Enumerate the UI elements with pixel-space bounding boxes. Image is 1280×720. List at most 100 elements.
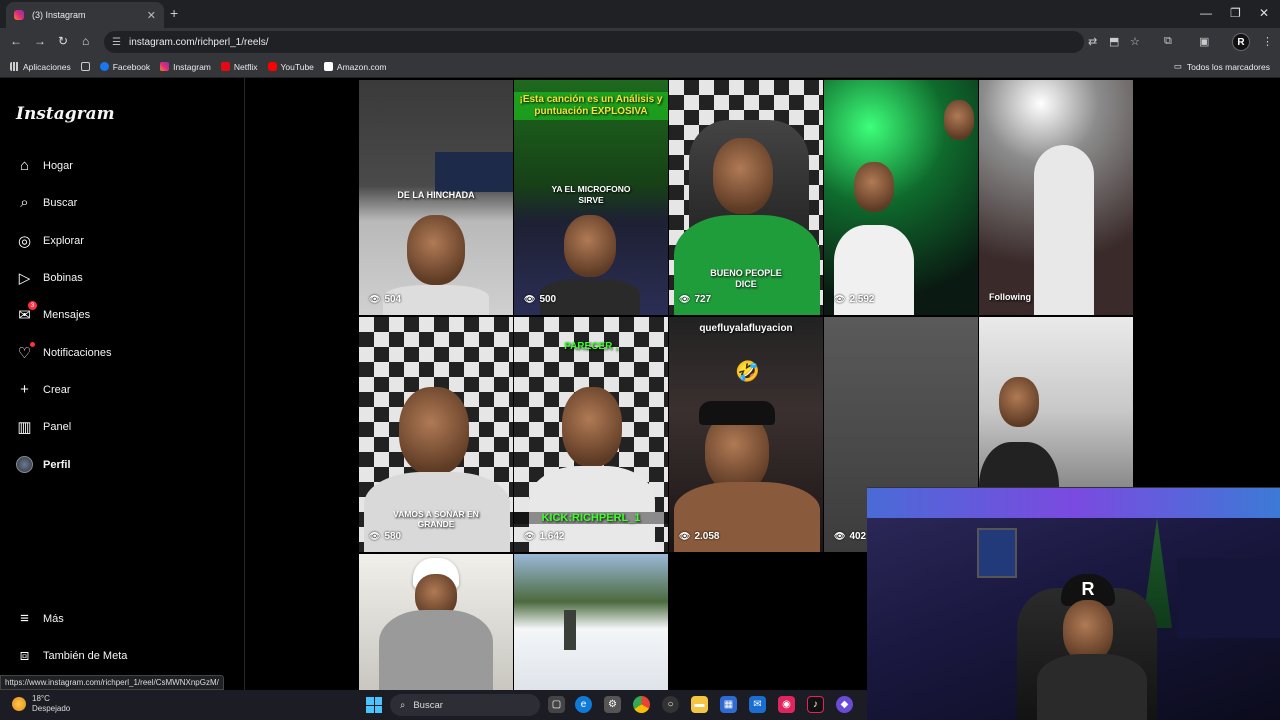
- reel-shirt: [1034, 145, 1094, 315]
- bookmark-instagram[interactable]: Instagram: [160, 62, 211, 72]
- profile-avatar[interactable]: R: [1232, 33, 1250, 51]
- extensions-icon[interactable]: ⧉: [1164, 35, 1172, 48]
- sidebar-item-label: Bobinas: [43, 271, 83, 284]
- bookmark-label: Facebook: [112, 61, 151, 72]
- tab-title: (3) Instagram: [32, 10, 86, 20]
- settings-gear-icon[interactable]: ⚙: [604, 696, 621, 713]
- sidebar-item-create[interactable]: + Crear: [16, 381, 70, 398]
- reel-tile[interactable]: Following: [979, 80, 1133, 315]
- translate-icon[interactable]: ⇄: [1088, 35, 1097, 48]
- sidepanel-icon[interactable]: ▣: [1199, 35, 1209, 48]
- reel-tile[interactable]: [514, 554, 668, 690]
- sidebar-item-search[interactable]: ⌕ Buscar: [16, 194, 77, 211]
- reel-tile[interactable]: PARECER , KICK:RICHPERL_1 👁 1.642: [514, 317, 668, 552]
- eye-icon: 👁: [524, 294, 536, 304]
- menu-kebab-icon[interactable]: ⋮: [1262, 35, 1273, 48]
- sidebar-item-profile[interactable]: Perfil: [16, 456, 71, 473]
- webcam-ceiling-light: [867, 488, 1280, 518]
- task-view-icon[interactable]: ▢: [548, 696, 565, 713]
- bookmark-grid[interactable]: [80, 62, 90, 71]
- reel-views: 👁 402: [834, 531, 867, 542]
- bookmarks-bar: Aplicaciones Facebook Instagram Netflix …: [0, 56, 1280, 78]
- app-purple-icon[interactable]: ◆: [836, 696, 853, 713]
- bookmark-label: YouTube: [280, 61, 314, 72]
- file-explorer-icon[interactable]: ▬: [691, 696, 708, 713]
- forward-button[interactable]: →: [34, 34, 46, 48]
- edge-icon[interactable]: e: [575, 696, 592, 713]
- messenger-icon: ✉ 3: [16, 301, 37, 324]
- netflix-icon: [220, 62, 230, 71]
- chrome-icon[interactable]: [633, 696, 650, 713]
- bookmark-amazon[interactable]: Amazon.com: [323, 62, 387, 72]
- sidebar-item-more[interactable]: ≡ Más: [16, 610, 64, 627]
- reel-views: 👁 727: [679, 294, 712, 305]
- store-icon[interactable]: ▦: [720, 696, 737, 713]
- reel-tile[interactable]: quefluyalafluyacion 🤣 👁 2.058: [669, 317, 823, 552]
- bookmark-facebook[interactable]: Facebook: [99, 61, 151, 72]
- reload-button[interactable]: ↻: [58, 34, 68, 48]
- sidebar-item-label: Panel: [43, 420, 72, 433]
- instagram-logo[interactable]: Instagram: [16, 104, 115, 124]
- weather-widget[interactable]: 18°C Despejado: [12, 694, 70, 714]
- taskbar-search[interactable]: ⌕ Buscar: [390, 694, 540, 716]
- reel-caption: Following: [989, 292, 1031, 302]
- minimize-button[interactable]: —: [1200, 6, 1212, 20]
- bookmark-label: Instagram: [173, 61, 211, 72]
- back-button[interactable]: ←: [10, 34, 22, 48]
- tab-close-icon[interactable]: ✕: [147, 9, 156, 22]
- bookmark-apps[interactable]: Aplicaciones: [10, 62, 71, 72]
- sidebar-item-explore[interactable]: ◎ Explorar: [16, 232, 84, 250]
- windows-start-icon[interactable]: [366, 697, 382, 713]
- search-icon: ⌕: [20, 194, 29, 211]
- browser-tab[interactable]: (3) Instagram ✕: [6, 2, 164, 28]
- reel-caption: quefluyalafluyacion: [699, 323, 793, 334]
- site-info-icon[interactable]: ☰: [112, 37, 121, 48]
- app-red-icon[interactable]: ◉: [778, 696, 795, 713]
- bookmark-youtube[interactable]: YouTube: [267, 61, 314, 72]
- restore-button[interactable]: ❐: [1230, 6, 1241, 20]
- sidebar-item-home[interactable]: ⌂ Hogar: [16, 157, 73, 174]
- instagram-icon: [160, 62, 170, 71]
- webcam-sofa: [1177, 558, 1280, 638]
- reel-caption: ¡Esta canción es un Análisis y puntuació…: [514, 92, 668, 120]
- address-bar[interactable]: ☰ instagram.com/richperl_1/reels/: [104, 31, 1084, 53]
- webcam-face: [1063, 600, 1113, 662]
- eye-icon: 👁: [369, 294, 381, 304]
- bookmark-netflix[interactable]: Netflix: [220, 61, 258, 72]
- eye-icon: 👁: [834, 531, 846, 541]
- reel-tile[interactable]: ¡Esta canción es un Análisis y puntuació…: [514, 80, 668, 315]
- windows-taskbar: 18°C Despejado ⌕ Buscar ▢ e ⚙ ○ ▬ ▦ ✉ ◉ ♪…: [0, 690, 867, 720]
- sidebar-item-meta[interactable]: ⧈ También de Meta: [16, 647, 128, 664]
- reel-tile[interactable]: [359, 554, 513, 690]
- reel-face: [407, 215, 465, 285]
- eye-icon: 👁: [679, 294, 691, 304]
- bookmark-label: Netflix: [233, 61, 258, 72]
- avatar: [16, 456, 33, 473]
- sidebar-item-messages[interactable]: ✉ 3 Mensajes: [16, 301, 90, 324]
- sidebar-item-notifications[interactable]: ♡ Notificaciones: [16, 342, 111, 362]
- bookmark-label: Aplicaciones: [23, 61, 71, 72]
- bookmark-star-icon[interactable]: ☆: [1130, 35, 1140, 48]
- folder-icon: ▭: [1173, 61, 1182, 71]
- heart-icon: ♡: [16, 342, 35, 362]
- reel-tile[interactable]: 👁 2.592: [824, 80, 978, 315]
- reel-tile[interactable]: BUENO PEOPLE DICE 👁 727: [669, 80, 823, 315]
- all-bookmarks[interactable]: ▭ Todos los marcadores: [1174, 61, 1270, 72]
- reel-tile[interactable]: VAMOS A SOÑAR EN GRANDE 👁 580: [359, 317, 513, 552]
- sidebar-item-label: También de Meta: [43, 649, 128, 662]
- close-window-button[interactable]: ✕: [1259, 6, 1269, 20]
- laughing-emoji-icon: 🤣: [735, 361, 760, 383]
- tiktok-icon[interactable]: ♪: [807, 696, 824, 713]
- app-icon[interactable]: ○: [662, 696, 679, 713]
- home-button[interactable]: ⌂: [82, 34, 89, 48]
- reel-thumbnail-inset: [435, 152, 513, 192]
- mail-icon[interactable]: ✉: [749, 696, 766, 713]
- chart-icon: ▥: [17, 418, 32, 436]
- sidebar-item-dashboard[interactable]: ▥ Panel: [16, 418, 72, 436]
- new-tab-button[interactable]: +: [170, 5, 178, 21]
- reel-views: 👁 2.058: [679, 531, 720, 542]
- instagram-favicon-icon: [14, 10, 24, 20]
- reel-tile[interactable]: DE LA HINCHADA 👁 504: [359, 80, 513, 315]
- install-icon[interactable]: ⬒: [1109, 35, 1119, 48]
- sidebar-item-reels[interactable]: ▷ Bobinas: [16, 269, 83, 287]
